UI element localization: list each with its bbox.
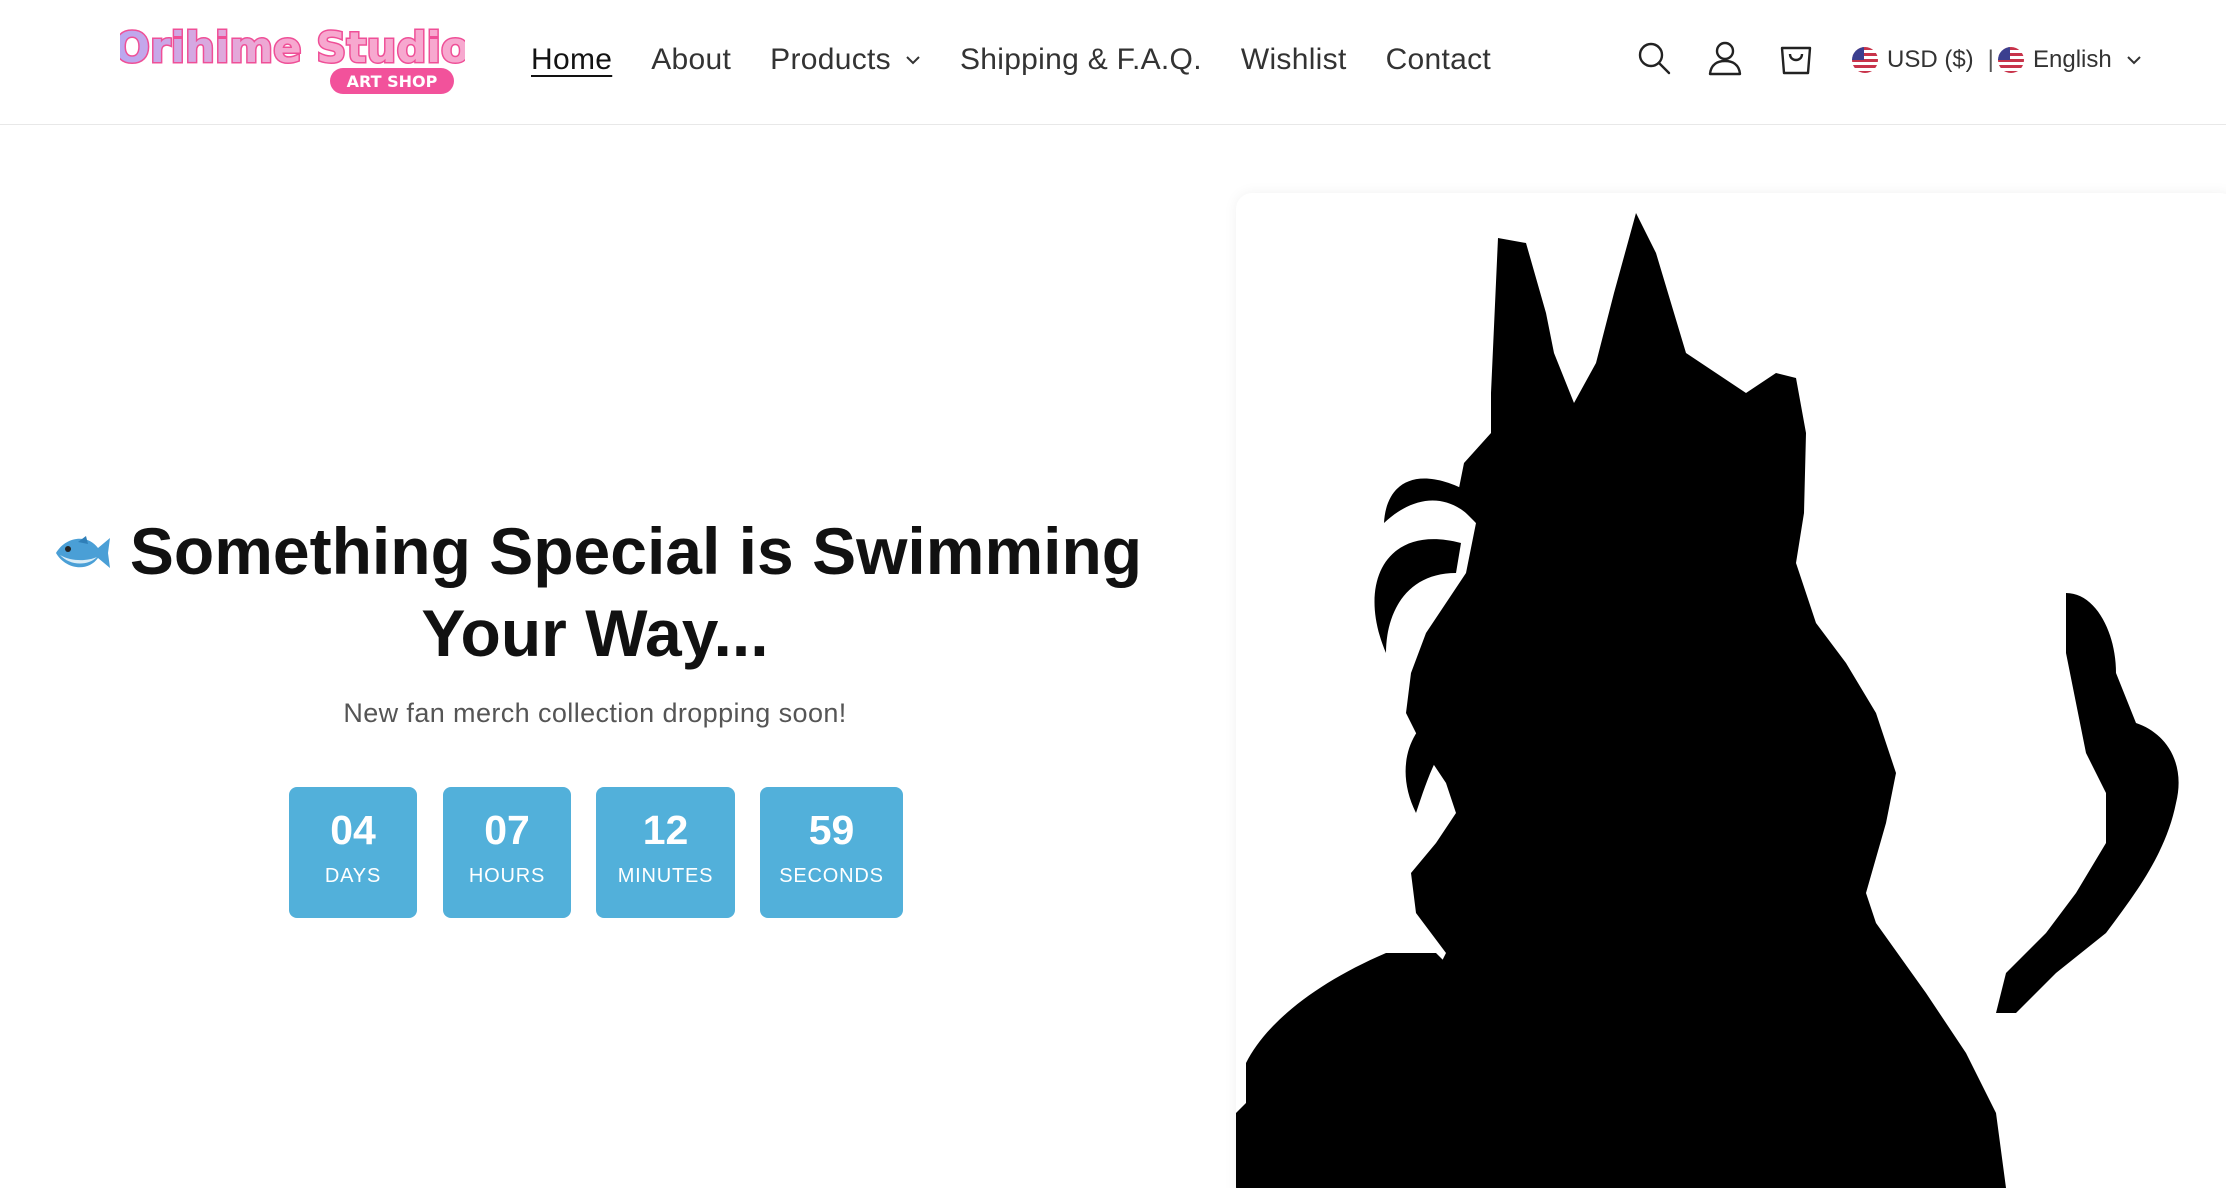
nav-products-label: Products — [770, 43, 891, 76]
nav-wishlist[interactable]: Wishlist — [1241, 43, 1347, 77]
logo[interactable]: Orihime Studio ART SHOP — [120, 16, 465, 96]
nav-shipping-faq[interactable]: Shipping & F.A.Q. — [960, 43, 1202, 77]
nav-products[interactable]: Products — [770, 43, 921, 77]
nav-about[interactable]: About — [651, 43, 731, 77]
countdown-label: DAYS — [324, 865, 382, 887]
main-nav: Home About Products Shipping & F.A.Q. Wi… — [531, 0, 1530, 120]
cart-icon[interactable] — [1776, 38, 1816, 78]
countdown-hours: 07 HOURS — [443, 787, 571, 918]
countdown-value: 12 — [642, 807, 689, 853]
currency-label: USD ($) — [1887, 46, 1974, 73]
account-icon[interactable] — [1705, 38, 1745, 78]
countdown-days: 04 DAYS — [289, 787, 417, 918]
countdown-label: SECONDS — [779, 865, 884, 887]
silhouette-image — [1236, 213, 2179, 1188]
countdown-label: MINUTES — [617, 865, 714, 887]
fish-icon — [48, 528, 112, 578]
locale-separator: | — [1987, 46, 1994, 73]
hero-image-card — [1236, 193, 2226, 1188]
chevron-down-icon — [2112, 55, 2142, 65]
chevron-down-icon — [891, 55, 921, 65]
us-flag-icon — [1852, 47, 1878, 73]
search-icon[interactable] — [1634, 38, 1674, 78]
countdown-seconds: 59 SECONDS — [760, 787, 903, 918]
hero-subtext: New fan merch collection dropping soon! — [343, 698, 847, 728]
countdown-minutes: 12 MINUTES — [596, 787, 735, 918]
countdown-value: 07 — [484, 807, 530, 853]
language-label: English — [2033, 46, 2112, 73]
countdown-value: 59 — [808, 807, 855, 853]
nav-home[interactable]: Home — [531, 43, 612, 77]
svg-text:Orihime Studio: Orihime Studio — [120, 23, 465, 72]
site-header: Orihime Studio ART SHOP Home About Produ… — [0, 0, 2226, 125]
nav-contact[interactable]: Contact — [1386, 43, 1492, 77]
language-selector[interactable]: English — [1998, 42, 2142, 78]
svg-text:ART SHOP: ART SHOP — [347, 72, 438, 91]
us-flag-icon — [1998, 47, 2024, 73]
countdown-value: 04 — [330, 807, 376, 853]
hero-headline-text: Something Special is Swimming Your Way..… — [129, 514, 1143, 670]
countdown-label: HOURS — [468, 865, 546, 887]
hero-headline: Something Special is Swimming Your Way..… — [40, 510, 1150, 674]
currency-selector[interactable]: USD ($) | — [1852, 42, 2008, 78]
